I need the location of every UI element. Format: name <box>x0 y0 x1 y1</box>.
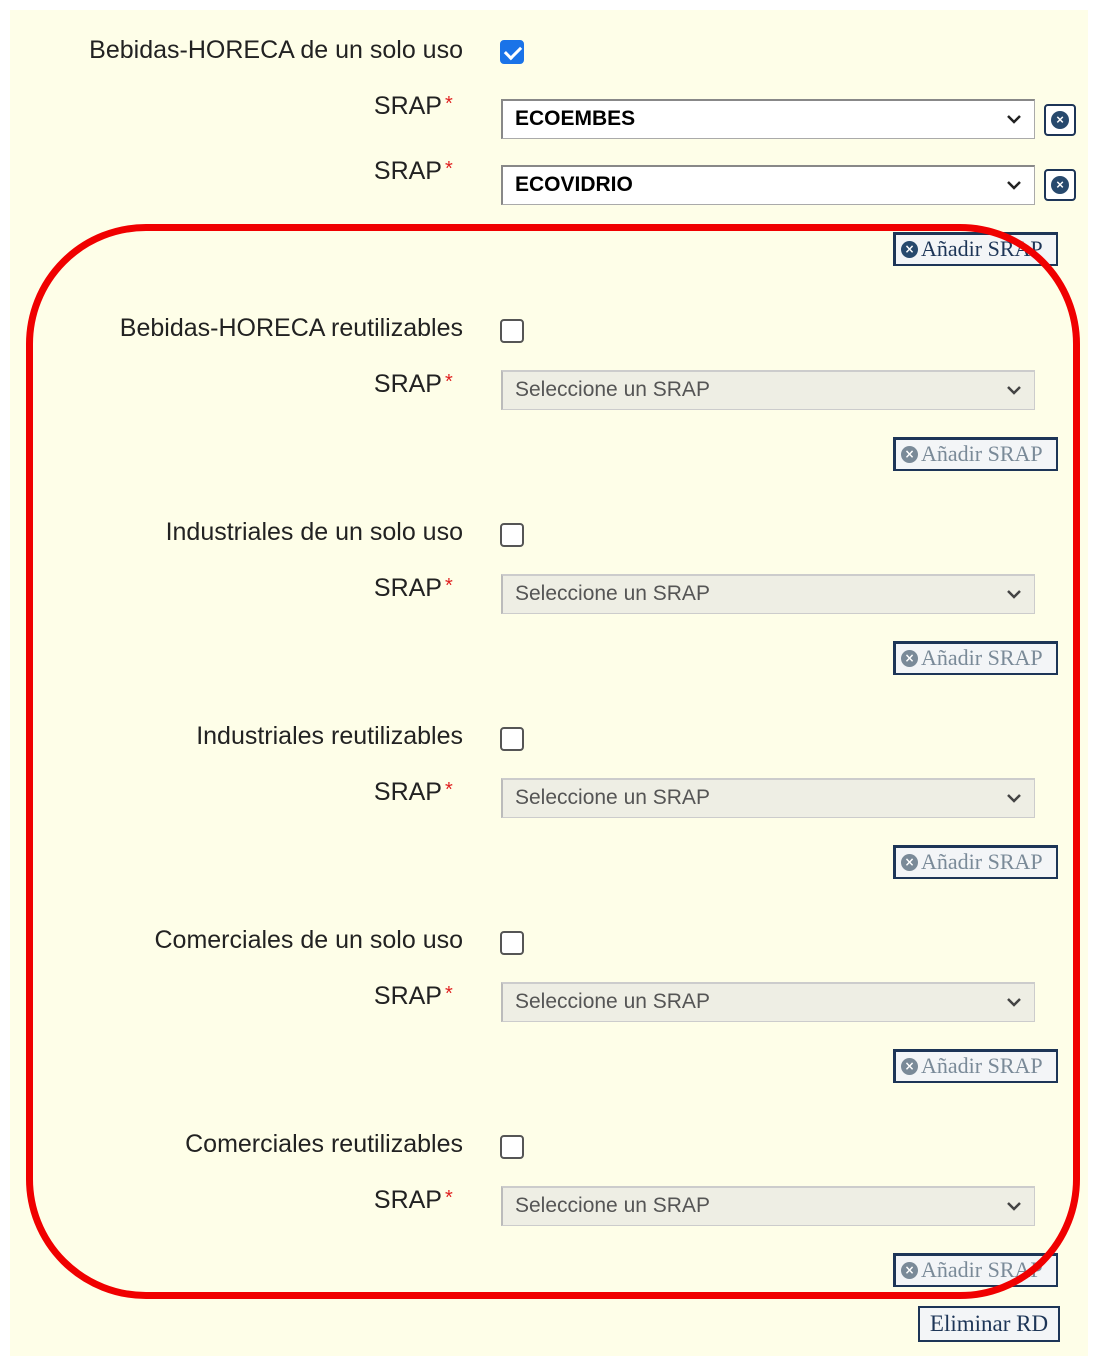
group-label: Bebidas-HORECA reutilizables <box>119 314 463 342</box>
group-checkbox[interactable] <box>500 319 524 343</box>
srap-select-value: ECOVIDRIO <box>515 173 633 196</box>
group-checkbox[interactable] <box>500 931 524 955</box>
required-marker: * <box>445 983 453 1005</box>
group-checkbox[interactable] <box>500 727 524 751</box>
circle-x-icon: × <box>901 1262 918 1279</box>
required-marker: * <box>445 158 453 180</box>
chevron-down-icon <box>1007 590 1021 599</box>
srap-label: SRAP * <box>374 91 453 121</box>
add-srap-button[interactable]: × Añadir SRAP <box>893 232 1058 266</box>
group-checkbox[interactable] <box>500 523 524 547</box>
srap-select[interactable]: ECOVIDRIO <box>501 165 1035 205</box>
required-marker: * <box>445 371 453 393</box>
add-srap-button[interactable]: × Añadir SRAP <box>893 845 1058 879</box>
srap-select-value: Seleccione un SRAP <box>515 786 710 809</box>
group-label: Comerciales reutilizables <box>185 1130 463 1158</box>
srap-label: SRAP * <box>374 369 453 399</box>
srap-select[interactable]: Seleccione un SRAP <box>501 982 1035 1022</box>
srap-label: SRAP * <box>374 573 453 603</box>
chevron-down-icon <box>1007 998 1021 1007</box>
group-checkbox[interactable] <box>500 1135 524 1159</box>
group-label: Industriales reutilizables <box>196 722 463 750</box>
srap-select-value: Seleccione un SRAP <box>515 378 710 401</box>
required-marker: * <box>445 1187 453 1209</box>
circle-x-icon: × <box>901 650 918 667</box>
form-panel <box>10 10 1088 1356</box>
chevron-down-icon <box>1007 794 1021 803</box>
add-srap-button[interactable]: × Añadir SRAP <box>893 1253 1058 1287</box>
required-marker: * <box>445 93 453 115</box>
srap-label: SRAP * <box>374 1185 453 1215</box>
group-checkbox[interactable] <box>500 40 524 64</box>
srap-select-value: ECOEMBES <box>515 107 636 130</box>
circle-x-icon: × <box>1051 111 1069 129</box>
remove-srap-button[interactable]: × <box>1044 169 1076 201</box>
required-marker: * <box>445 575 453 597</box>
srap-select[interactable]: Seleccione un SRAP <box>501 370 1035 410</box>
srap-label: SRAP * <box>374 981 453 1011</box>
circle-x-icon: × <box>901 1058 918 1075</box>
add-srap-button[interactable]: × Añadir SRAP <box>893 641 1058 675</box>
srap-select-value: Seleccione un SRAP <box>515 990 710 1013</box>
srap-label: SRAP * <box>374 777 453 807</box>
srap-select[interactable]: Seleccione un SRAP <box>501 778 1035 818</box>
required-marker: * <box>445 779 453 801</box>
srap-label: SRAP * <box>374 156 453 186</box>
remove-srap-button[interactable]: × <box>1044 104 1076 136</box>
group-label: Comerciales de un solo uso <box>154 926 464 954</box>
chevron-down-icon <box>1007 386 1021 395</box>
srap-select[interactable]: ECOEMBES <box>501 99 1035 139</box>
srap-select[interactable]: Seleccione un SRAP <box>501 1186 1035 1226</box>
add-srap-button[interactable]: × Añadir SRAP <box>893 437 1058 471</box>
srap-select[interactable]: Seleccione un SRAP <box>501 574 1035 614</box>
chevron-down-icon <box>1007 181 1021 190</box>
circle-x-icon: × <box>901 446 918 463</box>
circle-x-icon: × <box>901 854 918 871</box>
srap-select-value: Seleccione un SRAP <box>515 1194 710 1217</box>
circle-x-icon: × <box>1051 176 1069 194</box>
group-label: Industriales de un solo uso <box>165 518 463 546</box>
chevron-down-icon <box>1007 115 1021 124</box>
group-label: Bebidas-HORECA de un solo uso <box>89 36 463 64</box>
delete-rd-button[interactable]: Eliminar RD <box>918 1306 1060 1342</box>
circle-x-icon: × <box>901 241 918 258</box>
chevron-down-icon <box>1007 1202 1021 1211</box>
srap-select-value: Seleccione un SRAP <box>515 582 710 605</box>
add-srap-button[interactable]: × Añadir SRAP <box>893 1049 1058 1083</box>
